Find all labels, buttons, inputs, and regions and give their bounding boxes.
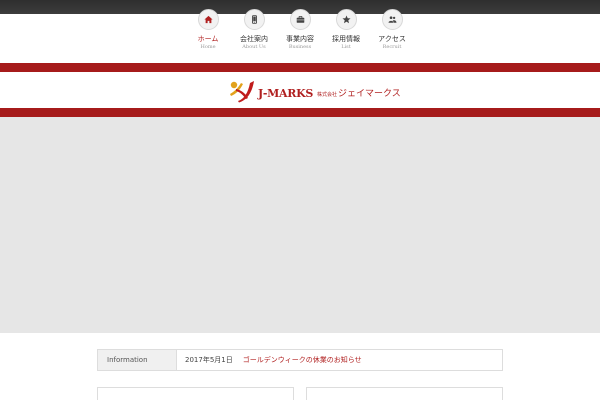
mobile-icon (243, 9, 265, 30)
star-icon (335, 9, 357, 30)
nav-item-sublabel: List (341, 44, 351, 50)
nav-item-sublabel: Recruit (382, 44, 402, 50)
nav-item-sublabel: Home (200, 44, 216, 50)
jmarks-logo-mark (230, 81, 254, 103)
header-red-band-top (0, 63, 600, 72)
nav-item-business[interactable]: 事業内容 Business (286, 0, 314, 62)
logo-company-name: ジェイマークス (338, 89, 401, 99)
logo-company-prefix: 株式会社 (317, 92, 338, 98)
nav-item-label: 事業内容 (286, 35, 314, 43)
nav-item-access[interactable]: アクセス Recruit (378, 0, 406, 62)
home-icon (197, 9, 219, 30)
content-card-right (306, 387, 503, 400)
nav-item-sublabel: Business (288, 44, 312, 50)
nav-item-label: 採用情報 (332, 35, 360, 43)
information-date: 2017年5月1日 (185, 356, 233, 364)
people-icon (381, 9, 403, 30)
main-navigation: ホーム Home 会社案内 About Us 事業内容 Business 採用情… (0, 0, 600, 62)
content-card-left (97, 387, 294, 400)
nav-item-label: 会社案内 (240, 35, 268, 43)
nav-item-label: ホーム (197, 35, 219, 43)
nav-item-label: アクセス (378, 35, 406, 43)
nav-item-sublabel: About Us (242, 44, 266, 50)
header-red-band-bottom (0, 108, 600, 117)
nav-item-about[interactable]: 会社案内 About Us (240, 0, 268, 62)
information-bar: Information 2017年5月1日 ゴールデンウィークの休業のお知らせ (97, 349, 503, 371)
hero-slideshow (0, 117, 600, 333)
nav-item-home[interactable]: ホーム Home (195, 0, 222, 62)
information-label: Information (98, 350, 177, 370)
nav-item-recruit[interactable]: 採用情報 List (332, 0, 360, 62)
information-headline-link[interactable]: ゴールデンウィークの休業のお知らせ (243, 355, 362, 365)
logo-brand: J-MARKS (258, 87, 314, 100)
briefcase-icon (289, 9, 311, 30)
site-logo[interactable]: J-MARKS 株式会社 ジェイマークス (227, 79, 401, 103)
